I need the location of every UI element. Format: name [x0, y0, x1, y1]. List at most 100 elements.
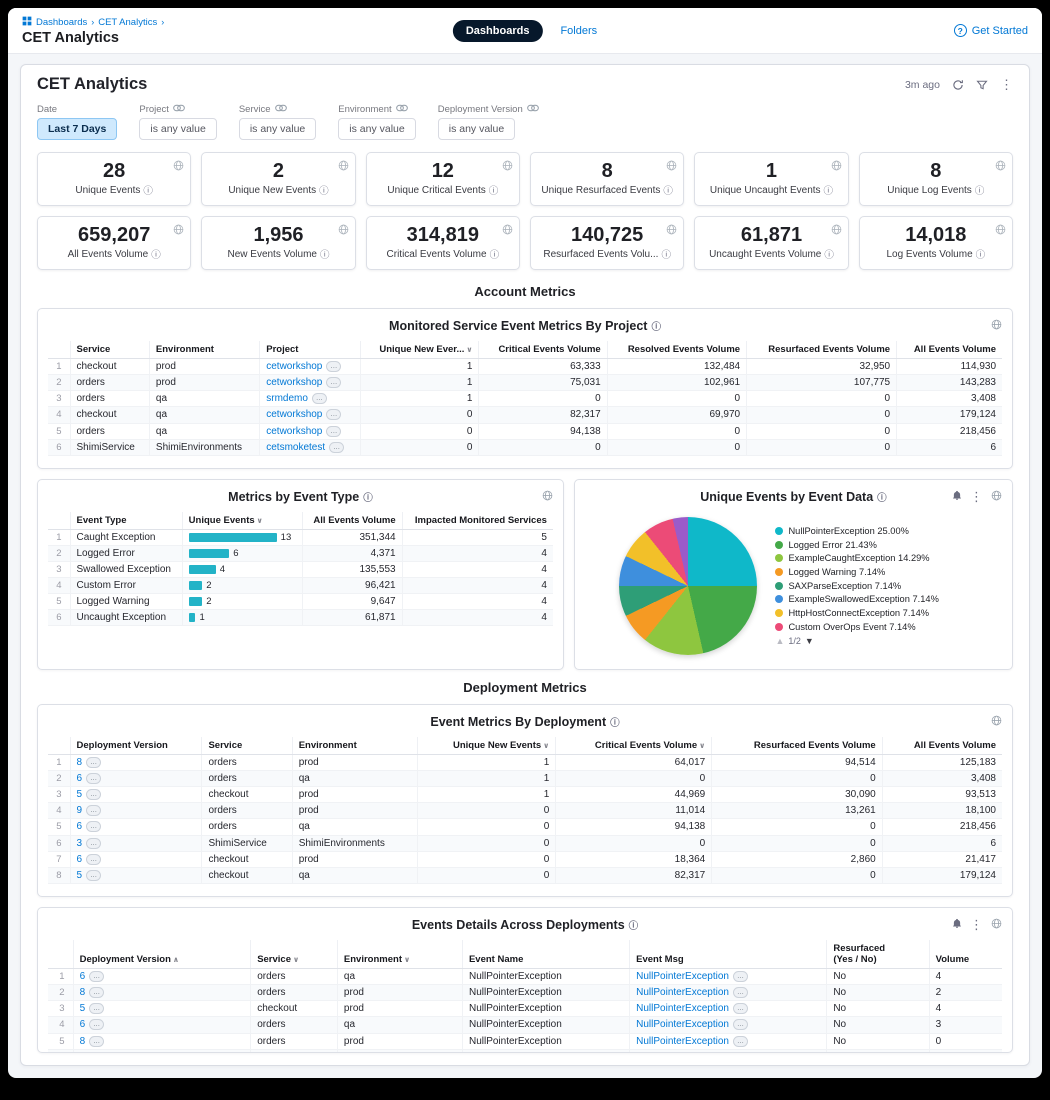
- cell-link[interactable]: NullPointerException: [636, 1003, 729, 1014]
- legend-page-down-icon[interactable]: ▼: [805, 636, 814, 646]
- more-chip[interactable]: …: [89, 1019, 104, 1030]
- column-header[interactable]: Unique New Ever...∨: [361, 341, 479, 359]
- more-chip[interactable]: …: [89, 1036, 104, 1047]
- info-icon[interactable]: ⓘ: [975, 183, 985, 197]
- metric-tile[interactable]: 140,725 Resurfaced Events Volu...ⓘ: [530, 216, 684, 270]
- column-header[interactable]: Resurfaced Events Volume: [747, 341, 897, 359]
- info-icon[interactable]: ⓘ: [661, 247, 671, 261]
- column-header[interactable]: Impacted Monitored Services: [402, 512, 553, 530]
- info-icon[interactable]: ⓘ: [363, 490, 373, 504]
- more-chip[interactable]: …: [329, 442, 344, 453]
- column-header[interactable]: Environment∨: [337, 940, 462, 969]
- cell-link[interactable]: 3: [77, 838, 83, 849]
- cell-link[interactable]: 5: [80, 1003, 86, 1014]
- cell-link[interactable]: NullPointerException: [636, 1036, 729, 1047]
- sort-icon[interactable]: ∨: [293, 955, 299, 964]
- column-header[interactable]: Event Name: [462, 940, 629, 969]
- info-icon[interactable]: ⓘ: [490, 247, 500, 261]
- column-header[interactable]: Event Type: [70, 512, 182, 530]
- more-chip[interactable]: …: [86, 789, 101, 800]
- more-chip[interactable]: …: [86, 838, 101, 849]
- filter-button[interactable]: [976, 79, 988, 91]
- column-header[interactable]: Service∨: [251, 940, 338, 969]
- more-chip[interactable]: …: [89, 971, 104, 982]
- more-chip[interactable]: …: [312, 393, 327, 404]
- column-header[interactable]: Environment: [292, 737, 417, 755]
- cell-link[interactable]: cetworkshop: [266, 410, 322, 421]
- cell-link[interactable]: 6: [77, 854, 83, 865]
- cell-link[interactable]: 5: [77, 789, 83, 800]
- column-header[interactable]: Deployment Version: [70, 737, 202, 755]
- refresh-button[interactable]: [952, 79, 964, 91]
- globe-icon[interactable]: [991, 916, 1002, 934]
- more-chip[interactable]: …: [326, 377, 341, 388]
- metric-tile[interactable]: 12 Unique Critical Eventsⓘ: [366, 152, 520, 206]
- legend-item[interactable]: Logged Warning 7.14%: [775, 567, 967, 578]
- info-icon[interactable]: ⓘ: [651, 319, 661, 333]
- cell-link[interactable]: NullPointerException: [636, 1020, 729, 1031]
- more-chip[interactable]: …: [89, 1052, 104, 1053]
- more-chip[interactable]: …: [733, 1003, 748, 1014]
- cell-link[interactable]: cetsmoketest: [266, 442, 325, 453]
- globe-icon[interactable]: [991, 488, 1002, 506]
- legend-item[interactable]: SAXParseException 7.14%: [775, 581, 967, 592]
- sort-icon[interactable]: ∨: [543, 741, 549, 750]
- info-icon[interactable]: ⓘ: [824, 183, 834, 197]
- more-chip[interactable]: …: [733, 987, 748, 998]
- more-chip[interactable]: …: [89, 987, 104, 998]
- more-chip[interactable]: …: [89, 1003, 104, 1014]
- globe-icon[interactable]: [991, 317, 1002, 335]
- sort-icon[interactable]: ∨: [404, 955, 410, 964]
- cell-link[interactable]: 6: [77, 822, 83, 833]
- cell-link[interactable]: 8: [80, 1036, 86, 1047]
- legend-page-up-icon[interactable]: ▲: [775, 636, 784, 646]
- more-chip[interactable]: …: [86, 773, 101, 784]
- legend-item[interactable]: NullPointerException 25.00%: [775, 526, 967, 537]
- more-chip[interactable]: …: [86, 821, 101, 832]
- metric-tile[interactable]: 659,207 All Events Volumeⓘ: [37, 216, 191, 270]
- column-header[interactable]: Resurfaced(Yes / No): [827, 940, 929, 969]
- cell-link[interactable]: cetworkshop: [266, 377, 322, 388]
- cell-link[interactable]: 6: [80, 1020, 86, 1031]
- cell-link[interactable]: 6: [80, 971, 86, 982]
- column-header[interactable]: Resurfaced Events Volume: [712, 737, 882, 755]
- info-icon[interactable]: ⓘ: [320, 247, 330, 261]
- metric-tile[interactable]: 1 Unique Uncaught Eventsⓘ: [694, 152, 848, 206]
- more-chip[interactable]: …: [326, 361, 341, 372]
- tab-folders[interactable]: Folders: [560, 25, 597, 37]
- info-icon[interactable]: ⓘ: [143, 183, 153, 197]
- column-header[interactable]: Resolved Events Volume: [607, 341, 746, 359]
- cell-link[interactable]: 6: [77, 773, 83, 784]
- cell-link[interactable]: cetworkshop: [266, 426, 322, 437]
- cell-link[interactable]: 5: [80, 1052, 86, 1053]
- globe-icon[interactable]: [542, 488, 553, 506]
- more-chip[interactable]: …: [733, 1036, 748, 1047]
- column-header[interactable]: All Events Volume: [882, 737, 1002, 755]
- column-header[interactable]: Event Msg: [630, 940, 827, 969]
- legend-item[interactable]: ExampleSwallowedException 7.14%: [775, 594, 967, 605]
- cell-link[interactable]: 8: [80, 987, 86, 998]
- more-menu-button[interactable]: ⋮: [1000, 78, 1013, 91]
- cell-link[interactable]: srmdemo: [266, 393, 308, 404]
- cell-link[interactable]: NullPointerException: [636, 971, 729, 982]
- sort-icon[interactable]: ∧: [173, 955, 179, 964]
- more-chip[interactable]: …: [733, 1019, 748, 1030]
- bell-icon[interactable]: [952, 916, 962, 934]
- more-chip[interactable]: …: [733, 1052, 748, 1053]
- metric-tile[interactable]: 14,018 Log Events Volumeⓘ: [859, 216, 1013, 270]
- tab-dashboards[interactable]: Dashboards: [453, 20, 543, 42]
- column-header[interactable]: Service: [202, 737, 292, 755]
- kebab-menu-icon[interactable]: ⋮: [970, 918, 983, 931]
- info-icon[interactable]: ⓘ: [610, 715, 620, 729]
- cell-link[interactable]: cetworkshop: [266, 361, 322, 372]
- column-header[interactable]: All Events Volume: [303, 512, 402, 530]
- info-icon[interactable]: ⓘ: [824, 247, 834, 261]
- project-filter-button[interactable]: is any value: [139, 118, 216, 140]
- metric-tile[interactable]: 28 Unique Eventsⓘ: [37, 152, 191, 206]
- legend-item[interactable]: Custom OverOps Event 7.14%: [775, 622, 967, 633]
- column-header[interactable]: Critical Events Volume: [479, 341, 607, 359]
- metric-tile[interactable]: 61,871 Uncaught Events Volumeⓘ: [694, 216, 848, 270]
- sort-icon[interactable]: ∨: [257, 516, 263, 525]
- column-header[interactable]: Service: [70, 341, 149, 359]
- column-header[interactable]: Project: [260, 341, 361, 359]
